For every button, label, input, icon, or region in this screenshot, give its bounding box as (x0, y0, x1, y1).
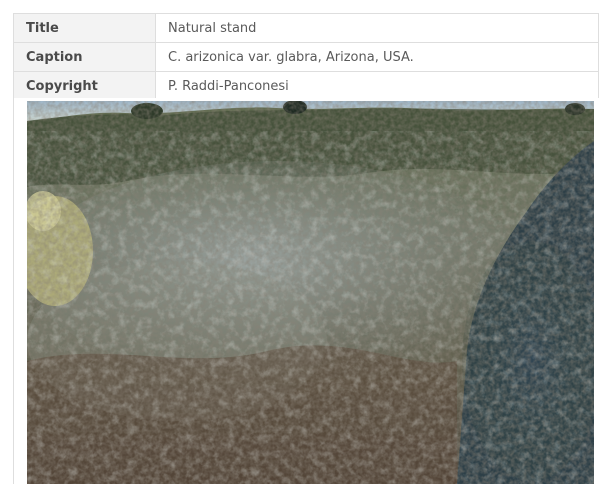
image-metadata-table: Title Natural stand Caption C. arizonica… (13, 13, 599, 101)
title-value: Natural stand (155, 13, 599, 43)
cypress-hillside-image (27, 101, 594, 484)
metadata-row-copyright: Copyright P. Raddi-Panconesi (13, 71, 599, 101)
copyright-value: P. Raddi-Panconesi (155, 71, 599, 101)
metadata-row-caption: Caption C. arizonica var. glabra, Arizon… (13, 42, 599, 72)
title-label: Title (13, 13, 156, 43)
metadata-row-title: Title Natural stand (13, 13, 599, 43)
caption-value: C. arizonica var. glabra, Arizona, USA. (155, 42, 599, 72)
natural-stand-photo[interactable] (27, 101, 594, 484)
caption-label: Caption (13, 42, 156, 72)
photo-container (13, 98, 599, 484)
copyright-label: Copyright (13, 71, 156, 101)
